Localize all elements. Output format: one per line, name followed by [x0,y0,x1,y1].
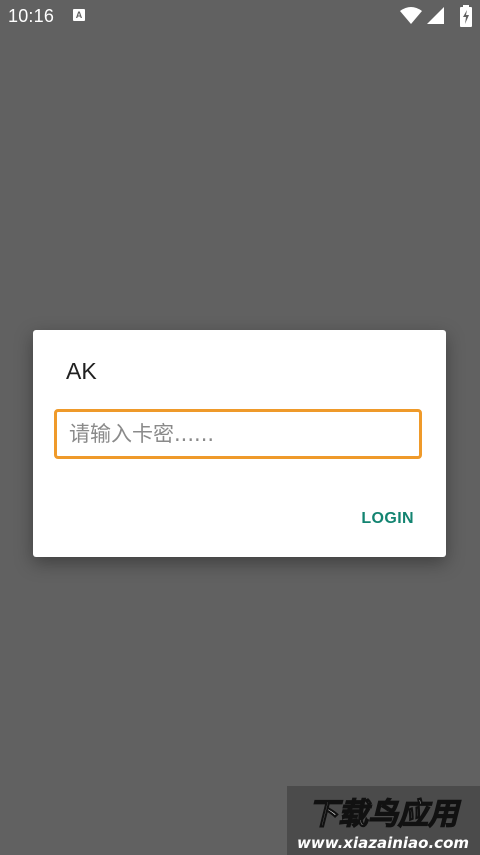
wifi-icon [400,7,422,24]
status-bar: 10:16 A [0,0,480,32]
cell-signal-icon [427,7,444,24]
status-time: 10:16 [8,6,55,26]
watermark-logo: 下载鸟应用 www.xiazainiao.com [287,786,480,855]
notification-a-icon: A [73,9,85,21]
watermark-brand: 下载鸟应用 [308,797,462,832]
dialog-title: AK [66,358,97,384]
battery-charging-icon [460,5,472,27]
login-button[interactable]: LOGIN [351,506,424,532]
screen: 10:16 A AK LOGIN 下载鸟应用 www.xiazainiao.co… [0,0,480,855]
watermark-url: www.xiazainiao.com [297,834,469,852]
login-dialog: AK LOGIN [33,330,446,557]
card-key-input[interactable] [54,409,422,459]
